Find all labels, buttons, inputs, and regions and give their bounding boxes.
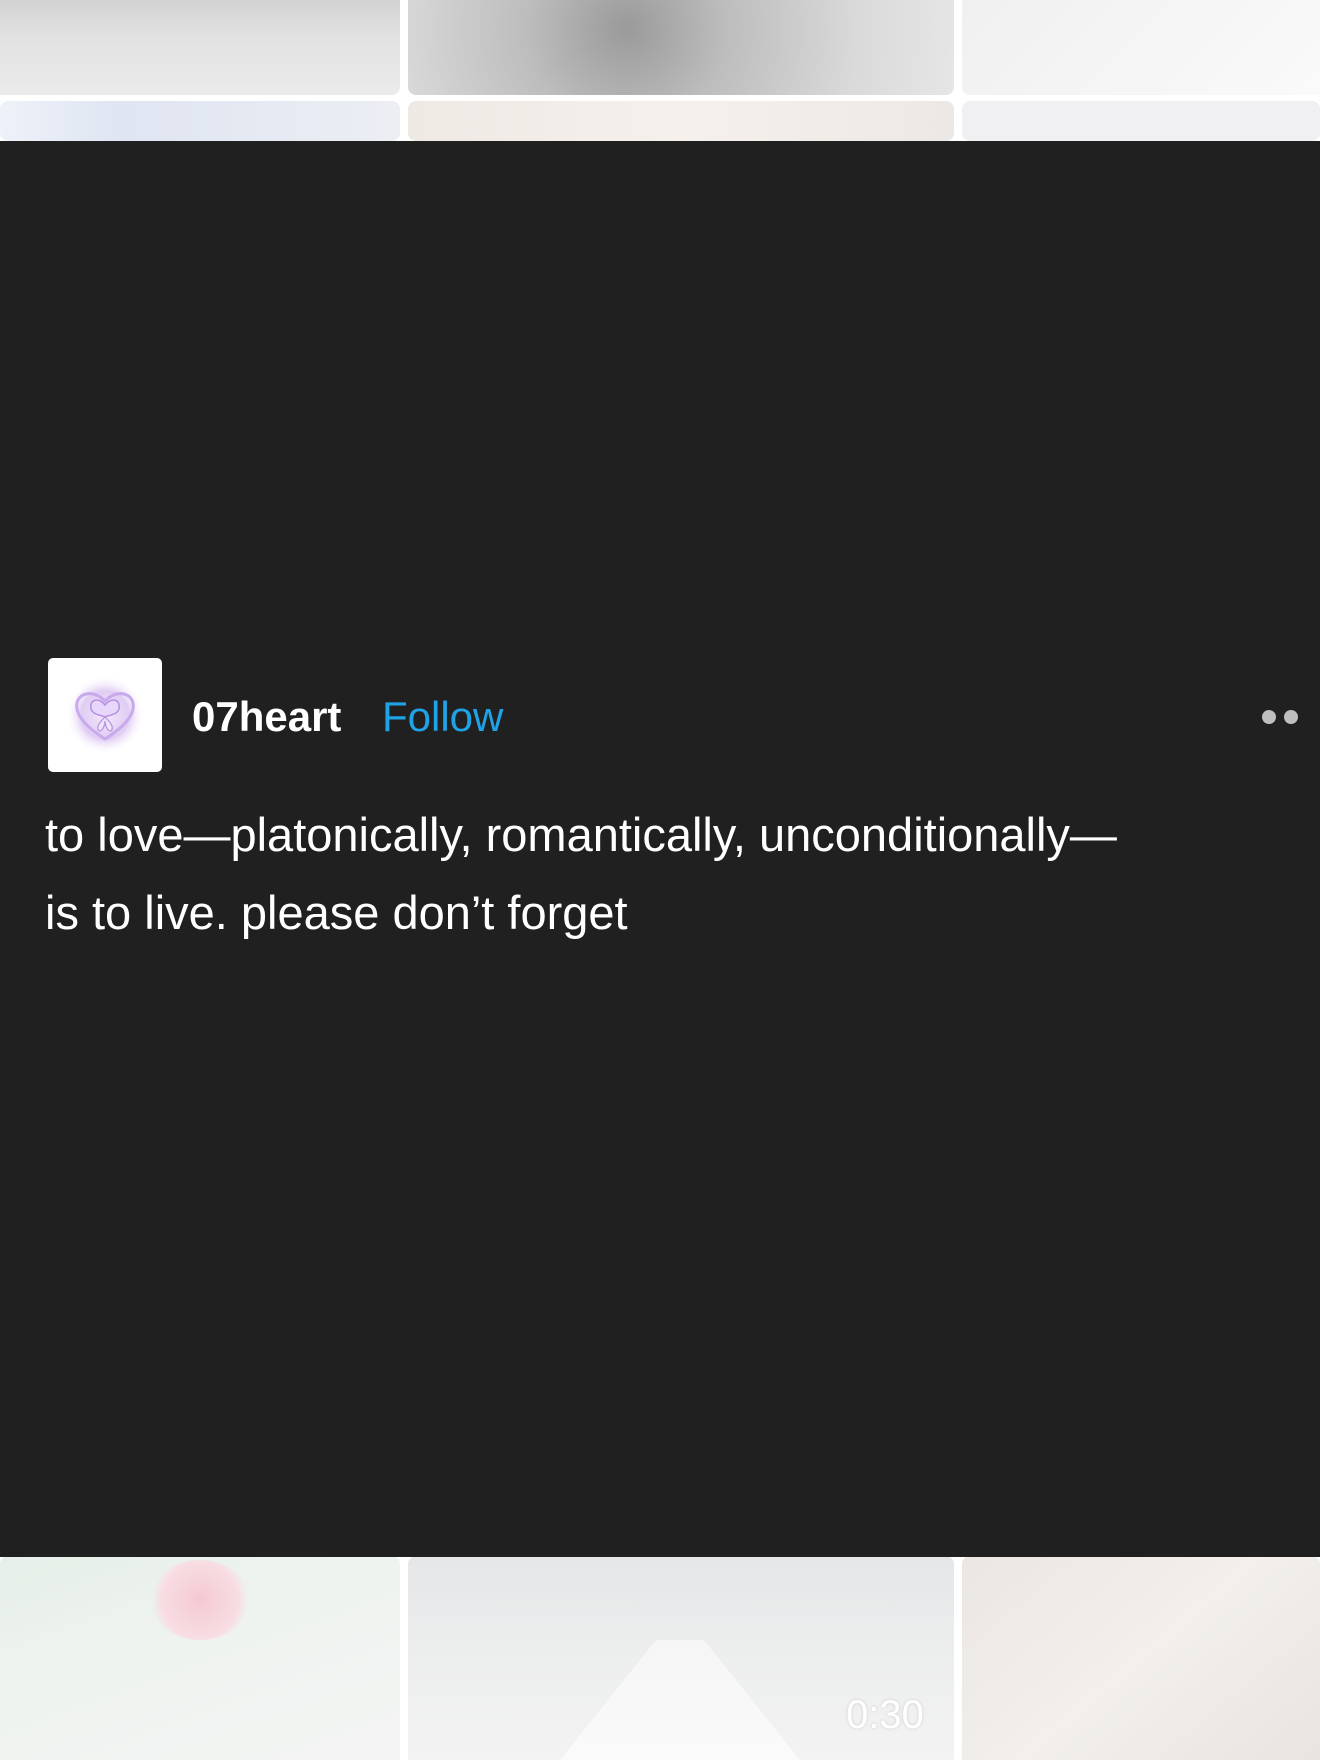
more-dot — [1262, 710, 1276, 724]
post-body: to love—platonically, romantically, unco… — [45, 796, 1320, 952]
thumbnail-tile[interactable] — [408, 0, 954, 95]
avatar[interactable] — [48, 658, 162, 772]
thumbnail-tile[interactable] — [0, 101, 400, 141]
post-author[interactable]: 07heart — [192, 689, 341, 745]
thumbnail-tile[interactable] — [962, 101, 1320, 141]
post-card: 07heart Follow to love—platonically, rom… — [0, 141, 1320, 1557]
thumbnail-tile[interactable] — [962, 1556, 1320, 1760]
butterfly-heart-avatar-icon — [65, 675, 145, 755]
flower-image — [150, 1560, 250, 1640]
post-text-line: is to live. please don’t forget — [45, 886, 628, 939]
follow-button[interactable]: Follow — [382, 689, 503, 745]
video-duration: 0:30 — [846, 1693, 924, 1737]
thumbnail-tile[interactable] — [0, 0, 400, 95]
thumbnail-tile[interactable] — [962, 0, 1320, 95]
more-dot — [1284, 710, 1298, 724]
more-options-icon[interactable] — [1262, 697, 1320, 737]
thumbnail-tile[interactable] — [408, 101, 954, 141]
post-text-line: to love—platonically, romantically, unco… — [45, 808, 1117, 861]
